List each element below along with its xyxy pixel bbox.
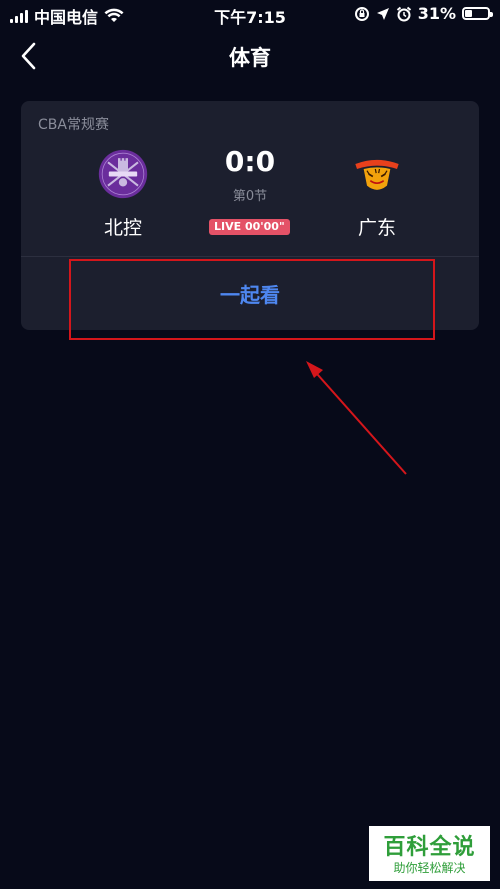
page-title: 体育 (229, 46, 271, 70)
watermark-title: 百科全说 (383, 835, 476, 860)
status-bar: 中国电信 下午7:15 31% (0, 0, 500, 30)
away-team-name: 广东 (357, 217, 396, 239)
location-icon (376, 7, 389, 20)
highlight-box (69, 259, 435, 340)
live-badge: LIVE 00'00" (209, 219, 290, 235)
alarm-icon (396, 6, 411, 21)
nav-bar: 体育 (0, 30, 500, 82)
watermark: 百科全说 助你轻松解决 (369, 826, 490, 881)
team-logo-southern-tigers (355, 159, 399, 190)
screen-lock-icon (354, 6, 369, 21)
battery-level (465, 10, 473, 17)
status-right: 31% (354, 4, 493, 23)
home-team-name: 北控 (103, 217, 142, 239)
away-team[interactable]: 广东 (332, 149, 422, 240)
battery-percent: 31% (417, 4, 456, 23)
battery-icon (462, 7, 493, 20)
league-label: CBA常规赛 (38, 117, 109, 133)
watermark-subtitle: 助你轻松解决 (393, 861, 466, 875)
